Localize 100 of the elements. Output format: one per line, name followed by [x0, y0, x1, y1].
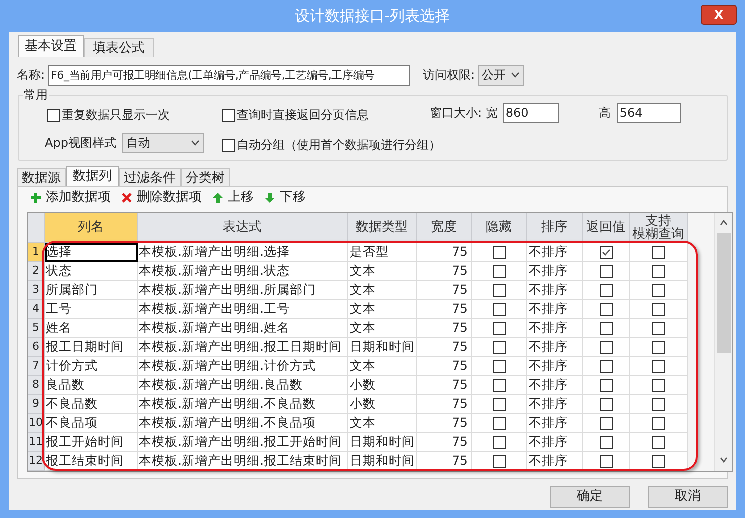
- tab[interactable]: 数据列: [66, 166, 119, 186]
- checkbox[interactable]: [492, 360, 506, 372]
- table-cell[interactable]: 文本: [348, 300, 417, 319]
- table-cell[interactable]: 本模板.新增产出明细.工号: [138, 300, 348, 319]
- checkbox[interactable]: [47, 108, 60, 122]
- scrollbar-thumb[interactable]: [716, 233, 730, 353]
- toolbar-button[interactable]: 删除数据项: [121, 188, 202, 208]
- table-cell[interactable]: 本模板.新增产出明细.报工日期时间: [138, 338, 348, 357]
- checkbox[interactable]: [652, 322, 665, 334]
- table-cell[interactable]: 75: [417, 243, 472, 262]
- table-cell[interactable]: 良品数: [45, 376, 138, 395]
- checkbox[interactable]: [600, 360, 612, 372]
- table-cell[interactable]: 文本: [348, 281, 417, 300]
- table-cell[interactable]: 不排序: [527, 319, 583, 338]
- column-header[interactable]: 排序: [527, 213, 583, 243]
- close-button[interactable]: X: [701, 5, 737, 25]
- checkbox[interactable]: [492, 264, 506, 278]
- checkbox[interactable]: [600, 284, 612, 296]
- app-view-select[interactable]: 自动: [122, 133, 204, 153]
- table-cell[interactable]: 小数: [348, 376, 417, 395]
- table-cell[interactable]: 75: [417, 262, 472, 281]
- table-cell[interactable]: 本模板.新增产出明细.选择: [138, 243, 348, 262]
- table-cell[interactable]: 工号: [45, 300, 138, 319]
- table-cell[interactable]: 75: [417, 300, 472, 319]
- table-cell[interactable]: 本模板.新增产出明细.不良品数: [138, 395, 348, 414]
- table-cell[interactable]: 不排序: [527, 338, 583, 357]
- checkbox[interactable]: [652, 416, 665, 430]
- table-cell[interactable]: 不良品项: [45, 414, 138, 433]
- table-cell[interactable]: 本模板.新增产出明细.姓名: [138, 319, 348, 338]
- table-cell[interactable]: 计价方式: [45, 357, 138, 376]
- table-cell[interactable]: 文本: [348, 262, 417, 281]
- checkbox[interactable]: [600, 246, 612, 258]
- tab[interactable]: 分类树: [181, 168, 230, 186]
- checkbox[interactable]: [492, 302, 506, 316]
- table-cell[interactable]: 75: [417, 338, 472, 357]
- checkbox[interactable]: [652, 284, 665, 296]
- checkbox[interactable]: [652, 360, 665, 372]
- name-field[interactable]: F6_当前用户可报工明细信息(工单编号,产品编号,工艺编号,工序编号: [48, 64, 410, 86]
- column-header[interactable]: 隐藏: [472, 213, 527, 243]
- checkbox[interactable]: [652, 378, 665, 392]
- table-cell[interactable]: 75: [417, 357, 472, 376]
- checkbox[interactable]: [492, 378, 506, 392]
- dialog-button[interactable]: 取消: [648, 486, 728, 508]
- table-cell[interactable]: 文本: [348, 414, 417, 433]
- checkbox[interactable]: [492, 284, 506, 296]
- table-cell[interactable]: 文本: [348, 319, 417, 338]
- checkbox[interactable]: [492, 340, 506, 354]
- tab[interactable]: 数据源: [17, 168, 66, 186]
- table-cell[interactable]: 75: [417, 319, 472, 338]
- table-cell[interactable]: 不排序: [527, 281, 583, 300]
- tab[interactable]: 过滤条件: [119, 168, 181, 186]
- checkbox[interactable]: [600, 340, 612, 354]
- table-cell[interactable]: 报工日期时间: [45, 338, 138, 357]
- table-cell[interactable]: 状态: [45, 262, 138, 281]
- toolbar-button[interactable]: 添加数据项: [30, 188, 111, 208]
- table-cell[interactable]: 不排序: [527, 414, 583, 433]
- checkbox[interactable]: [600, 322, 612, 334]
- dialog-button[interactable]: 确定: [550, 486, 630, 508]
- table-cell[interactable]: 小数: [348, 395, 417, 414]
- column-header[interactable]: 宽度: [417, 213, 472, 243]
- table-cell[interactable]: 不排序: [527, 357, 583, 376]
- table-cell[interactable]: 不良品数: [45, 395, 138, 414]
- table-cell[interactable]: 不排序: [527, 433, 583, 452]
- checkbox[interactable]: [652, 398, 665, 410]
- table-cell[interactable]: 不排序: [527, 395, 583, 414]
- column-header[interactable]: 支持 模糊查询: [630, 213, 688, 243]
- table-cell[interactable]: 本模板.新增产出明细.所属部门: [138, 281, 348, 300]
- table-cell[interactable]: 本模板.新增产出明细.良品数: [138, 376, 348, 395]
- table-cell[interactable]: 不排序: [527, 300, 583, 319]
- table-cell[interactable]: 本模板.新增产出明细.不良品项: [138, 414, 348, 433]
- toolbar-button[interactable]: 上移: [212, 188, 254, 208]
- checkbox[interactable]: [600, 302, 612, 316]
- scrollbar[interactable]: [714, 213, 732, 471]
- checkbox[interactable]: [600, 264, 612, 278]
- tab[interactable]: 填表公式: [84, 38, 154, 57]
- table-cell[interactable]: 日期和时间: [348, 433, 417, 452]
- table-cell[interactable]: 是否型: [348, 243, 417, 262]
- toolbar-button[interactable]: 下移: [264, 188, 306, 208]
- checkbox[interactable]: [222, 138, 235, 152]
- table-cell[interactable]: 75: [417, 395, 472, 414]
- column-header[interactable]: 表达式: [138, 213, 348, 243]
- checkbox[interactable]: [600, 436, 612, 448]
- table-cell[interactable]: 选择: [45, 243, 138, 262]
- table-cell[interactable]: 75: [417, 433, 472, 452]
- checkbox[interactable]: [600, 416, 612, 430]
- column-header[interactable]: 返回值: [583, 213, 630, 243]
- table-cell[interactable]: 报工结束时间: [45, 452, 138, 471]
- table-cell[interactable]: 不排序: [527, 243, 583, 262]
- table-cell[interactable]: 不排序: [527, 376, 583, 395]
- width-field[interactable]: 860: [502, 103, 559, 123]
- table-cell[interactable]: 不排序: [527, 262, 583, 281]
- checkbox[interactable]: [492, 398, 506, 410]
- checkbox[interactable]: [652, 302, 665, 316]
- checkbox[interactable]: [600, 378, 612, 392]
- checkbox[interactable]: [652, 454, 665, 468]
- scroll-up-icon[interactable]: [720, 220, 728, 226]
- checkbox[interactable]: [492, 416, 506, 430]
- scroll-down-icon[interactable]: [720, 457, 728, 463]
- tab[interactable]: 基本设置: [18, 35, 84, 57]
- table-cell[interactable]: 姓名: [45, 319, 138, 338]
